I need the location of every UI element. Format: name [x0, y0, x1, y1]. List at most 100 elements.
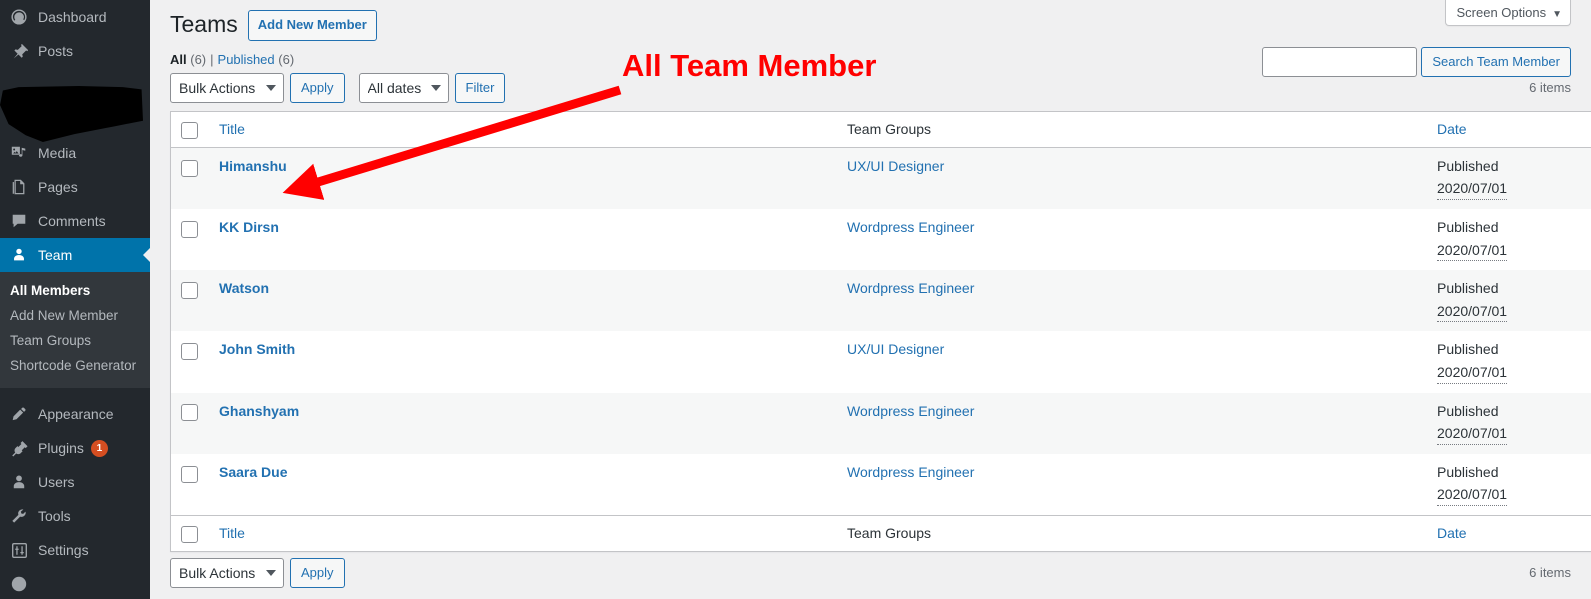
- row-date: 2020/07/01: [1437, 302, 1508, 323]
- pages-icon: [8, 177, 30, 197]
- filter-button[interactable]: Filter: [454, 72, 506, 103]
- row-group-cell: Wordpress Engineer: [837, 453, 1427, 515]
- filter-all-count: (6): [190, 51, 207, 67]
- sidebar-item-label: Plugins: [38, 440, 84, 456]
- wp-admin-screen: Dashboard Posts Media Pages Comments Tea…: [0, 0, 1591, 599]
- row-checkbox[interactable]: [181, 343, 198, 361]
- menu-divider: [0, 388, 150, 397]
- bulk-actions-bottom: Bulk Actions Apply: [170, 557, 345, 588]
- sidebar-item-label: Dashboard: [38, 9, 107, 25]
- row-date-cell: Published 2020/07/01: [1427, 392, 1591, 454]
- displaying-num-top: 6 items: [1529, 79, 1571, 95]
- bulk-actions-select-wrap-top: Bulk Actions: [170, 72, 284, 103]
- row-group-link[interactable]: Wordpress Engineer: [847, 403, 974, 419]
- row-select-cell: [171, 270, 209, 332]
- row-checkbox[interactable]: [181, 465, 198, 483]
- sort-date-link-bottom[interactable]: Date: [1437, 525, 1467, 541]
- row-title-link[interactable]: Saara Due: [219, 464, 287, 480]
- row-date: 2020/07/01: [1437, 485, 1508, 506]
- plug-icon: [8, 438, 30, 458]
- sidebar-item-add-new-member[interactable]: Add New Member: [0, 303, 150, 328]
- settings-sliders-icon: [8, 540, 30, 560]
- sidebar-item-redacted[interactable]: [0, 68, 150, 102]
- add-new-member-button[interactable]: Add New Member: [247, 10, 377, 41]
- row-title-link[interactable]: Ghanshyam: [219, 403, 299, 419]
- select-all-checkbox-top[interactable]: [181, 121, 198, 139]
- row-group-cell: Wordpress Engineer: [837, 270, 1427, 332]
- row-group-link[interactable]: Wordpress Engineer: [847, 464, 974, 480]
- sidebar-item-label: Tools: [38, 508, 71, 524]
- sidebar-item-plugins[interactable]: Plugins 1: [0, 431, 150, 465]
- sidebar-item-dashboard[interactable]: Dashboard: [0, 0, 150, 34]
- row-select-cell: [171, 453, 209, 515]
- column-footer-date: Date: [1427, 514, 1591, 551]
- row-select-cell: [171, 331, 209, 393]
- row-group-link[interactable]: Wordpress Engineer: [847, 280, 974, 296]
- sidebar-item-posts[interactable]: Posts: [0, 34, 150, 68]
- dates-select[interactable]: All dates: [358, 72, 449, 103]
- row-group-cell: UX/UI Designer: [837, 147, 1427, 209]
- sort-date-link-top[interactable]: Date: [1437, 121, 1467, 137]
- row-checkbox[interactable]: [181, 159, 198, 177]
- sidebar-item-team-groups[interactable]: Team Groups: [0, 328, 150, 353]
- row-group-link[interactable]: UX/UI Designer: [847, 158, 944, 174]
- sidebar-item-users[interactable]: Users: [0, 465, 150, 499]
- row-title-link[interactable]: John Smith: [219, 341, 295, 357]
- sidebar-item-team[interactable]: Team: [0, 238, 150, 272]
- row-title-link[interactable]: Watson: [219, 280, 269, 296]
- bulk-actions-select-bottom[interactable]: Bulk Actions: [170, 557, 284, 588]
- sidebar-item-settings[interactable]: Settings: [0, 533, 150, 567]
- row-group-cell: Wordpress Engineer: [837, 392, 1427, 454]
- row-title-cell: KK Dirsn: [209, 208, 837, 271]
- page-title: Teams: [170, 11, 238, 38]
- column-header-date: Date: [1427, 111, 1591, 148]
- row-checkbox[interactable]: [181, 404, 198, 422]
- wrench-icon: [8, 506, 30, 526]
- sidebar-item-collapse[interactable]: [0, 567, 150, 599]
- filter-divider: |: [210, 51, 214, 67]
- sidebar-item-shortcode-generator[interactable]: Shortcode Generator: [0, 353, 150, 378]
- row-status: Published: [1437, 157, 1499, 174]
- bulk-actions-select-top[interactable]: Bulk Actions: [170, 72, 284, 103]
- row-group-link[interactable]: UX/UI Designer: [847, 341, 944, 357]
- sidebar-item-comments[interactable]: Comments: [0, 204, 150, 238]
- row-title-cell: Ghanshyam: [209, 392, 837, 454]
- chevron-down-icon: ▼: [1552, 9, 1562, 20]
- screen-options-button[interactable]: Screen Options ▼: [1445, 0, 1571, 26]
- sort-title-link-bottom[interactable]: Title: [219, 525, 245, 541]
- row-title-link[interactable]: Himanshu: [219, 158, 287, 174]
- table-row: Watson Wordpress Engineer Published 2020/07…: [171, 270, 1591, 332]
- admin-main-content: Screen Options ▼ Teams Add New Member All…: [150, 0, 1591, 599]
- column-footer-groups: Team Groups: [837, 514, 1427, 551]
- sidebar-item-media[interactable]: Media: [0, 136, 150, 170]
- row-date-cell: Published 2020/07/01: [1427, 208, 1591, 271]
- sidebar-item-appearance[interactable]: Appearance: [0, 397, 150, 431]
- sidebar-item-redacted-2[interactable]: [0, 102, 150, 136]
- apply-button-top[interactable]: Apply: [290, 72, 345, 103]
- row-group-link[interactable]: Wordpress Engineer: [847, 219, 974, 235]
- row-checkbox[interactable]: [181, 220, 198, 238]
- row-title-cell: Himanshu: [209, 147, 837, 209]
- sort-title-link-top[interactable]: Title: [219, 121, 245, 137]
- row-status: Published: [1437, 463, 1499, 480]
- row-date-cell: Published 2020/07/01: [1427, 331, 1591, 393]
- sidebar-item-label: Media: [38, 145, 77, 161]
- row-checkbox[interactable]: [181, 281, 198, 299]
- screen-meta-links: Screen Options ▼: [1445, 0, 1571, 26]
- tablenav-bottom: Bulk Actions Apply 6 items: [170, 557, 1571, 590]
- sidebar-item-pages[interactable]: Pages: [0, 170, 150, 204]
- filter-published-link[interactable]: Published: [218, 52, 275, 67]
- dates-select-wrap: All dates: [358, 72, 449, 103]
- row-select-cell: [171, 147, 209, 209]
- users-icon: [8, 472, 30, 492]
- sidebar-item-tools[interactable]: Tools: [0, 499, 150, 533]
- select-all-checkbox-bottom[interactable]: [181, 525, 198, 543]
- filter-all: All (6) |: [170, 52, 218, 67]
- filter-all-link[interactable]: All: [170, 52, 187, 67]
- apply-button-bottom[interactable]: Apply: [290, 557, 345, 588]
- displaying-num-bottom: 6 items: [1529, 564, 1571, 580]
- table-header-row: Title Team Groups Date: [171, 111, 1591, 148]
- row-title-link[interactable]: KK Dirsn: [219, 219, 279, 235]
- sidebar-item-label: Users: [38, 474, 75, 490]
- sidebar-item-all-members[interactable]: All Members: [0, 278, 150, 303]
